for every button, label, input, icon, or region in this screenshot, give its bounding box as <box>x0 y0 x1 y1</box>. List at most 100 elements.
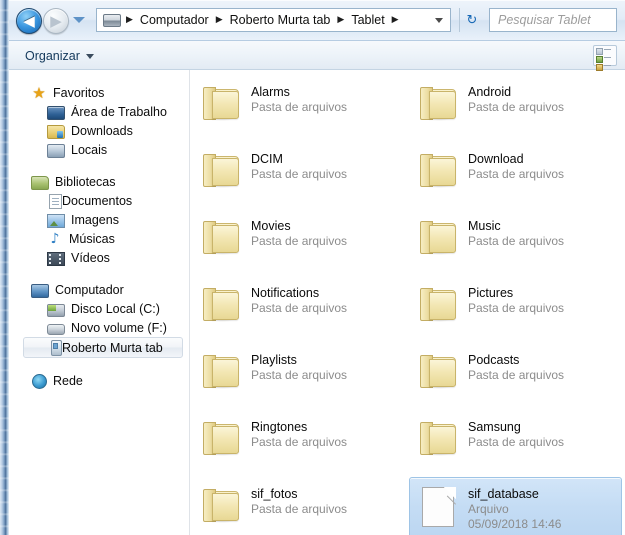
folder-icon <box>418 149 462 197</box>
sidebar-item-area-de-trabalho[interactable]: Área de Trabalho <box>9 102 189 121</box>
refresh-button[interactable]: ↻ <box>459 8 484 32</box>
sidebar-label: Imagens <box>71 212 119 227</box>
explorer-window: ◀ ▶ ▶ Computador ▶ Roberto Murta tab ▶ T… <box>0 0 625 535</box>
file-item-name: Ringtones <box>251 420 308 434</box>
file-grid-cell: Download Pasta de arquivos <box>407 141 624 208</box>
breadcrumb-item-computador[interactable]: Computador <box>138 12 211 28</box>
sidebar-item-imagens[interactable]: Imagens <box>9 210 189 229</box>
breadcrumb-separator-icon[interactable]: ▶ <box>337 15 344 25</box>
sidebar-item-disco-local-c[interactable]: Disco Local (C:) <box>9 299 189 318</box>
view-tile-icon <box>596 48 603 55</box>
window-left-glass-border <box>0 0 9 535</box>
file-item[interactable]: sif_fotos Pasta de arquivos <box>192 477 405 535</box>
folder-icon <box>201 82 245 130</box>
file-item[interactable]: Pictures Pasta de arquivos <box>409 276 622 338</box>
drive-icon <box>103 13 121 27</box>
file-item-name: Playlists <box>251 353 297 367</box>
file-grid-cell: Alarms Pasta de arquivos <box>190 74 407 141</box>
navigation-pane[interactable]: ★ Favoritos Área de Trabalho Downloads L… <box>9 70 189 535</box>
file-item-type: Arquivo <box>468 502 509 516</box>
change-view-button[interactable] <box>593 45 617 71</box>
file-item-type: Pasta de arquivos <box>468 167 565 181</box>
organize-label: Organizar <box>25 49 80 63</box>
sidebar-item-novo-volume-f[interactable]: Novo volume (F:) <box>9 318 189 337</box>
view-icon-row <box>596 64 614 71</box>
file-item-name: Alarms <box>251 85 290 99</box>
file-item-type: Pasta de arquivos <box>251 234 348 248</box>
file-item-name: Android <box>468 85 512 99</box>
file-item[interactable]: DCIM Pasta de arquivos <box>192 142 405 204</box>
address-dropdown-chevron-icon[interactable] <box>435 17 443 23</box>
sidebar-item-documentos[interactable]: Documentos <box>9 191 189 210</box>
pane-splitter[interactable] <box>189 70 190 535</box>
file-item-type: Pasta de arquivos <box>251 301 348 315</box>
folder-icon <box>418 82 462 130</box>
sidebar-item-locais[interactable]: Locais <box>9 140 189 159</box>
file-item[interactable]: Podcasts Pasta de arquivos <box>409 343 622 405</box>
file-grid-cell: Pictures Pasta de arquivos <box>407 275 624 342</box>
address-bar[interactable]: ▶ Computador ▶ Roberto Murta tab ▶ Table… <box>96 8 451 32</box>
recent-places-icon <box>47 143 65 158</box>
sidebar-header-rede[interactable]: Rede <box>9 371 189 390</box>
file-list-pane[interactable]: Alarms Pasta de arquivos Android Pasta de a… <box>190 70 625 535</box>
breadcrumb-item-roberto-murta-tab[interactable]: Roberto Murta tab <box>228 12 333 28</box>
sidebar-item-musicas[interactable]: ♪ Músicas <box>9 229 189 248</box>
forward-button[interactable]: ▶ <box>43 8 69 34</box>
file-item-name: Movies <box>251 219 291 233</box>
sidebar-item-roberto-murta-tab[interactable]: Roberto Murta tab <box>23 337 183 358</box>
drive-icon <box>47 324 65 335</box>
sidebar-label: Computador <box>55 282 124 297</box>
sidebar-header-bibliotecas[interactable]: Bibliotecas <box>9 172 189 191</box>
file-item-text: Samsung Pasta de arquivos <box>468 417 564 450</box>
file-item[interactable]: Ringtones Pasta de arquivos <box>192 410 405 472</box>
folder-icon <box>201 484 245 532</box>
file-item[interactable]: Music Pasta de arquivos <box>409 209 622 271</box>
file-item-type: Pasta de arquivos <box>251 167 348 181</box>
file-item-text: sif_database Arquivo 05/09/2018 14:46 <box>468 484 561 532</box>
sidebar-label: Bibliotecas <box>55 174 116 189</box>
sidebar-group-rede: Rede <box>9 371 189 390</box>
desktop-icon <box>47 105 65 120</box>
file-item[interactable]: Samsung Pasta de arquivos <box>409 410 622 472</box>
file-grid-cell: sif_database Arquivo 05/09/2018 14:46 <box>407 476 624 535</box>
file-item[interactable]: Download Pasta de arquivos <box>409 142 622 204</box>
breadcrumb-separator-icon[interactable]: ▶ <box>392 15 399 25</box>
breadcrumb-item-tablet[interactable]: Tablet <box>349 12 386 28</box>
folder-icon <box>201 350 245 398</box>
back-arrow-icon: ◀ <box>23 11 35 30</box>
pictures-icon <box>47 213 65 228</box>
downloads-folder-icon <box>47 124 65 139</box>
file-item[interactable]: Playlists Pasta de arquivos <box>192 343 405 405</box>
file-item[interactable]: Alarms Pasta de arquivos <box>192 75 405 137</box>
file-item[interactable]: Android Pasta de arquivos <box>409 75 622 137</box>
forward-arrow-icon: ▶ <box>50 11 62 30</box>
file-item[interactable]: sif_database Arquivo 05/09/2018 14:46 <box>409 477 622 535</box>
back-button[interactable]: ◀ <box>16 8 42 34</box>
star-icon: ★ <box>32 83 46 102</box>
sidebar-header-computador[interactable]: Computador <box>9 280 189 299</box>
file-item-name: Pictures <box>468 286 514 300</box>
view-icon-row <box>596 48 614 55</box>
sidebar-header-favoritos[interactable]: ★ Favoritos <box>9 83 189 102</box>
organize-button[interactable]: Organizar <box>25 47 94 65</box>
file-item-name: Download <box>468 152 524 166</box>
file-grid-cell: Android Pasta de arquivos <box>407 74 624 141</box>
command-toolbar: Organizar <box>0 41 625 71</box>
sidebar-item-videos[interactable]: Vídeos <box>9 248 189 267</box>
computer-icon <box>31 283 49 298</box>
file-item-name: Samsung <box>468 420 521 434</box>
network-icon <box>31 373 47 389</box>
folder-icon <box>418 350 462 398</box>
search-input[interactable]: Pesquisar Tablet <box>489 8 617 32</box>
recent-pages-chevron-icon[interactable] <box>73 17 85 23</box>
breadcrumb-separator-icon[interactable]: ▶ <box>216 15 223 25</box>
sidebar-label: Área de Trabalho <box>71 104 167 119</box>
file-item-type: Pasta de arquivos <box>468 100 565 114</box>
sidebar-item-downloads[interactable]: Downloads <box>9 121 189 140</box>
file-item[interactable]: Notifications Pasta de arquivos <box>192 276 405 338</box>
folder-icon <box>201 283 245 331</box>
file-item-text: Download Pasta de arquivos <box>468 149 564 182</box>
file-item[interactable]: Movies Pasta de arquivos <box>192 209 405 271</box>
portable-device-icon <box>51 340 62 356</box>
file-item-name: DCIM <box>251 152 283 166</box>
